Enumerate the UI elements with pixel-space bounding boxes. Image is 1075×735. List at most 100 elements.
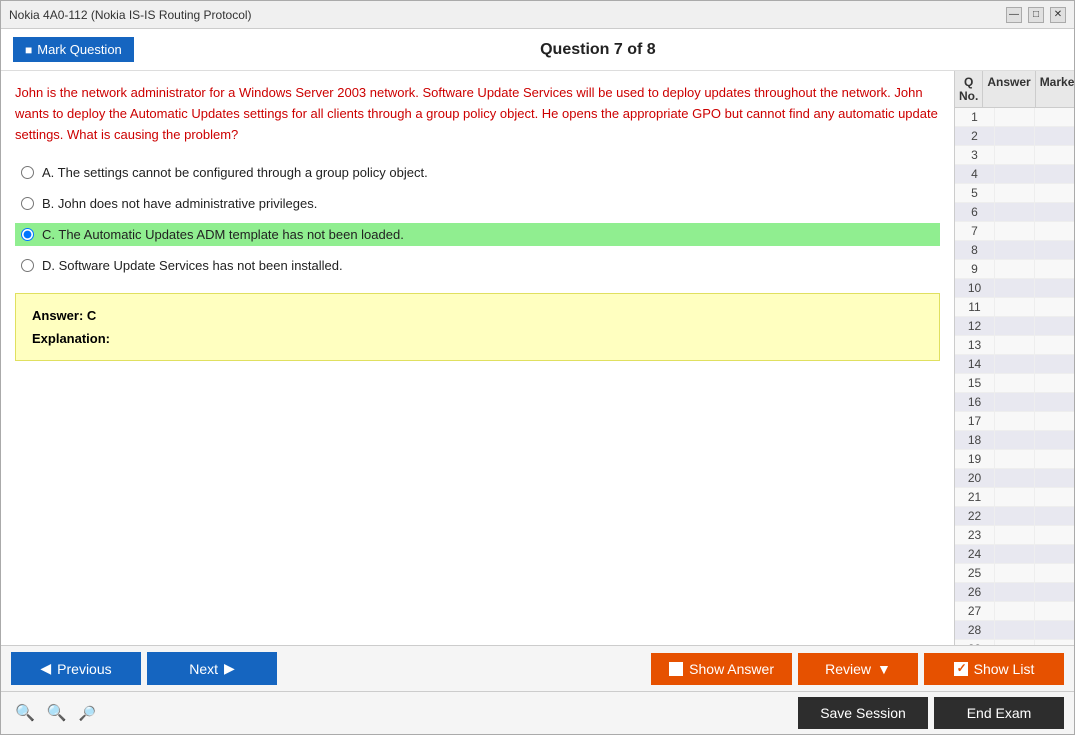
sidebar-row[interactable]: 19 <box>955 450 1074 469</box>
sidebar-row[interactable]: 13 <box>955 336 1074 355</box>
next-button[interactable]: Next ▶ <box>147 652 277 685</box>
sidebar-cell-marked <box>1035 260 1074 278</box>
sidebar-row[interactable]: 15 <box>955 374 1074 393</box>
sidebar-row[interactable]: 3 <box>955 146 1074 165</box>
sidebar-cell-qno: 25 <box>955 564 995 582</box>
zoom-in-button[interactable]: 🔍 <box>11 701 39 725</box>
sidebar-cell-answer <box>995 165 1035 183</box>
show-answer-button[interactable]: Show Answer <box>651 653 792 685</box>
sidebar-cell-answer <box>995 450 1035 468</box>
show-list-button[interactable]: Show List <box>924 653 1064 685</box>
mark-question-button[interactable]: ■ Mark Question <box>13 37 134 62</box>
sidebar-row[interactable]: 27 <box>955 602 1074 621</box>
option-d[interactable]: D. Software Update Services has not been… <box>15 254 940 277</box>
sidebar-row[interactable]: 24 <box>955 545 1074 564</box>
option-c-radio[interactable] <box>21 228 34 241</box>
sidebar-cell-qno: 7 <box>955 222 995 240</box>
sidebar-cell-qno: 12 <box>955 317 995 335</box>
sidebar-cell-qno: 18 <box>955 431 995 449</box>
sidebar-cell-qno: 5 <box>955 184 995 202</box>
sidebar-cell-answer <box>995 336 1035 354</box>
option-a-radio[interactable] <box>21 166 34 179</box>
sidebar-cell-qno: 10 <box>955 279 995 297</box>
sidebar-row[interactable]: 26 <box>955 583 1074 602</box>
sidebar-cell-qno: 24 <box>955 545 995 563</box>
sidebar-cell-answer <box>995 621 1035 639</box>
window-title: Nokia 4A0-112 (Nokia IS-IS Routing Proto… <box>9 8 252 22</box>
sidebar-cell-qno: 23 <box>955 526 995 544</box>
previous-button[interactable]: ◀ Previous <box>11 652 141 685</box>
sidebar-row[interactable]: 16 <box>955 393 1074 412</box>
minimize-button[interactable]: — <box>1006 7 1022 23</box>
sidebar-cell-qno: 27 <box>955 602 995 620</box>
option-d-radio[interactable] <box>21 259 34 272</box>
option-a[interactable]: A. The settings cannot be configured thr… <box>15 161 940 184</box>
sidebar-cell-qno: 19 <box>955 450 995 468</box>
sidebar-row[interactable]: 20 <box>955 469 1074 488</box>
sidebar-cell-marked <box>1035 450 1074 468</box>
maximize-button[interactable]: □ <box>1028 7 1044 23</box>
sidebar-row[interactable]: 8 <box>955 241 1074 260</box>
sidebar-row[interactable]: 22 <box>955 507 1074 526</box>
show-list-label: Show List <box>974 661 1035 677</box>
sidebar-cell-marked <box>1035 564 1074 582</box>
sidebar-row[interactable]: 18 <box>955 431 1074 450</box>
sidebar-row[interactable]: 4 <box>955 165 1074 184</box>
sidebar-row[interactable]: 21 <box>955 488 1074 507</box>
review-arrow-icon: ▼ <box>877 661 891 677</box>
zoom-out-button[interactable]: 🔎 <box>75 701 100 725</box>
sidebar-cell-marked <box>1035 469 1074 487</box>
sidebar-row[interactable]: 12 <box>955 317 1074 336</box>
sidebar-cell-answer <box>995 241 1035 259</box>
window-controls: — □ ✕ <box>1006 7 1066 23</box>
sidebar-row[interactable]: 11 <box>955 298 1074 317</box>
sidebar-cell-qno: 15 <box>955 374 995 392</box>
sidebar-cell-marked <box>1035 545 1074 563</box>
sidebar-cell-qno: 9 <box>955 260 995 278</box>
sidebar-cell-marked <box>1035 336 1074 354</box>
option-c-text: C. The Automatic Updates ADM template ha… <box>42 227 404 242</box>
sidebar-row[interactable]: 2 <box>955 127 1074 146</box>
title-bar: Nokia 4A0-112 (Nokia IS-IS Routing Proto… <box>1 1 1074 29</box>
save-session-button[interactable]: Save Session <box>798 697 928 729</box>
bottom-bar: ◀ Previous Next ▶ Show Answer Review ▼ S… <box>1 645 1074 691</box>
sidebar-cell-answer <box>995 545 1035 563</box>
sidebar-row[interactable]: 17 <box>955 412 1074 431</box>
next-label: Next <box>189 661 218 677</box>
review-label: Review <box>825 661 871 677</box>
close-button[interactable]: ✕ <box>1050 7 1066 23</box>
sidebar-row[interactable]: 7 <box>955 222 1074 241</box>
second-bar: 🔍 🔍 🔎 Save Session End Exam <box>1 691 1074 734</box>
sidebar-cell-marked <box>1035 374 1074 392</box>
sidebar-row[interactable]: 5 <box>955 184 1074 203</box>
sidebar-row[interactable]: 25 <box>955 564 1074 583</box>
sidebar-cell-answer <box>995 146 1035 164</box>
sidebar-row[interactable]: 9 <box>955 260 1074 279</box>
show-answer-icon <box>669 662 683 676</box>
review-button[interactable]: Review ▼ <box>798 653 918 685</box>
sidebar-row[interactable]: 1 <box>955 108 1074 127</box>
sidebar-answer-header: Answer <box>983 71 1035 107</box>
second-bar-right: Save Session End Exam <box>798 697 1064 729</box>
sidebar-cell-marked <box>1035 165 1074 183</box>
option-c[interactable]: C. The Automatic Updates ADM template ha… <box>15 223 940 246</box>
sidebar-row[interactable]: 6 <box>955 203 1074 222</box>
sidebar-row[interactable]: 28 <box>955 621 1074 640</box>
sidebar-cell-answer <box>995 374 1035 392</box>
sidebar-row[interactable]: 23 <box>955 526 1074 545</box>
sidebar-cell-answer <box>995 488 1035 506</box>
sidebar-cell-qno: 8 <box>955 241 995 259</box>
option-b-radio[interactable] <box>21 197 34 210</box>
sidebar-cell-marked <box>1035 241 1074 259</box>
zoom-reset-button[interactable]: 🔍 <box>43 701 71 725</box>
end-exam-button[interactable]: End Exam <box>934 697 1064 729</box>
question-title: Question 7 of 8 <box>134 41 1062 59</box>
sidebar-row[interactable]: 10 <box>955 279 1074 298</box>
sidebar-cell-qno: 21 <box>955 488 995 506</box>
sidebar-cell-answer <box>995 507 1035 525</box>
sidebar-cell-answer <box>995 583 1035 601</box>
sidebar-cell-marked <box>1035 526 1074 544</box>
sidebar-row[interactable]: 14 <box>955 355 1074 374</box>
sidebar-cell-marked <box>1035 222 1074 240</box>
option-b[interactable]: B. John does not have administrative pri… <box>15 192 940 215</box>
